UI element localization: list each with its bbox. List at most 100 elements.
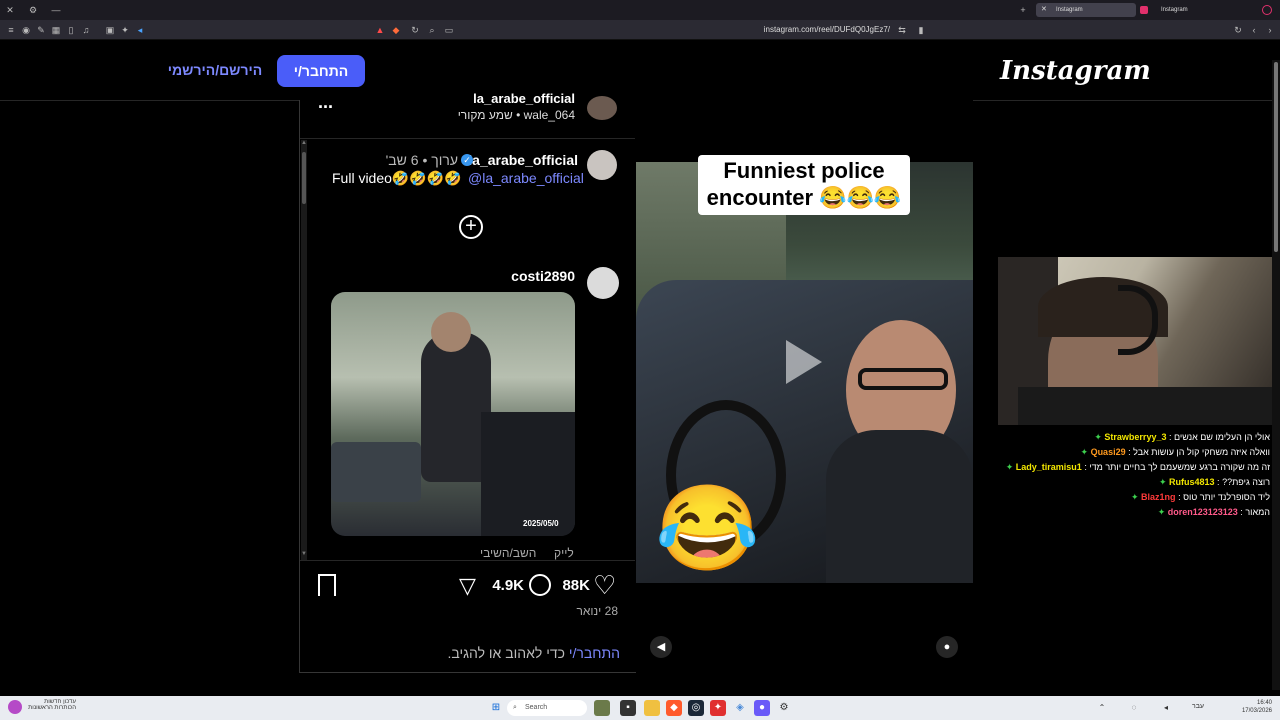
news-widget-icon[interactable] (8, 700, 22, 714)
chat-badge-icon: ✦ (1005, 462, 1016, 472)
more-options-icon[interactable]: ... (318, 92, 333, 113)
clock-time: 16:40 (1256, 700, 1272, 706)
chat-text: רוצה גיפת?? (1222, 477, 1270, 487)
comment-image[interactable]: 2025/05/0 (331, 292, 575, 536)
reload-icon[interactable]: ↻ (1233, 25, 1243, 35)
news-widget[interactable]: עדכון חדשות הכותרות הראשונות (26, 699, 76, 711)
play-icon[interactable] (786, 340, 822, 384)
new-tab-icon[interactable]: + (1018, 5, 1028, 15)
tab-instagram-active[interactable]: Instagram ✕ (1036, 3, 1148, 17)
screenshot-icon[interactable]: ▣ (105, 25, 115, 35)
address-bar[interactable]: instagram.com/reel/DUFdQ0JgEz7/ (640, 23, 890, 37)
settings-icon[interactable]: ⚙ (28, 5, 38, 15)
login-prompt: התחבר/י כדי לאהוב או להגיב. (440, 645, 620, 661)
news-widget-sub: הכותרות הראשונות (28, 705, 76, 711)
scroll-down-icon[interactable]: ▼ (301, 551, 307, 557)
chat-message: וואלה איזה משחקי קול הן עושות אבל : Quas… (1000, 447, 1270, 458)
comment-avatar[interactable] (587, 267, 619, 299)
chat-username[interactable]: Rufus4813 (1169, 477, 1215, 487)
tab-instagram[interactable]: Instagram (1141, 3, 1241, 17)
save-bookmark-icon[interactable] (318, 574, 336, 596)
close-tab-icon[interactable]: ✕ (1041, 3, 1047, 17)
image-stamp: 2025/05/0 (523, 519, 559, 528)
caption-avatar[interactable] (587, 150, 617, 180)
app-icon[interactable]: ✦ (710, 700, 726, 716)
brave-shield-icon[interactable]: ◆ (391, 25, 401, 35)
instagram-logo[interactable]: Instagram (1000, 56, 1151, 86)
mute-speaker-icon[interactable]: ◀ (650, 636, 672, 658)
language-indicator[interactable]: עבר (1192, 703, 1204, 710)
caption-username[interactable]: la_arabe_official (468, 152, 578, 168)
post-author-username[interactable]: la_arabe_official (440, 91, 575, 106)
tab-title: Instagram (1056, 7, 1083, 13)
terminal-icon[interactable]: ▪ (620, 700, 636, 716)
forward-icon[interactable]: › (1265, 25, 1275, 35)
music-icon[interactable]: ♫ (81, 25, 91, 35)
alert-icon[interactable]: ▲ (375, 25, 385, 35)
tray-chevron-icon[interactable]: ⌃ (1094, 700, 1110, 716)
comments-scroll-thumb[interactable] (302, 152, 306, 204)
caption-mention[interactable]: @la_arabe_official (468, 170, 584, 186)
chat-username[interactable]: Strawberryy_3 (1104, 432, 1166, 442)
taskbar-search[interactable]: ⌕ Search (507, 700, 587, 716)
windows-start-icon[interactable]: ⊞ (488, 700, 504, 716)
chat-separator: : (1175, 492, 1184, 502)
caption-text: Full video🤣🤣🤣🤣 (332, 170, 462, 186)
discord-icon[interactable]: ● (754, 700, 770, 716)
chat-username[interactable]: doren123123123 (1168, 507, 1238, 517)
brave-browser-icon[interactable]: ◆ (666, 700, 682, 716)
load-more-comments-icon[interactable]: + (459, 215, 483, 239)
menu-icon[interactable]: ≡ (6, 25, 16, 35)
comment-icon[interactable] (529, 574, 551, 596)
post-audio-info[interactable]: wale_064 • שמע מקורי (430, 108, 575, 122)
like-heart-icon[interactable]: ♡ (593, 570, 616, 600)
shield-icon[interactable]: ◉ (21, 25, 31, 35)
steam-icon[interactable]: ◎ (688, 700, 704, 716)
comment-username[interactable]: costi2890 (480, 268, 575, 284)
comments-count[interactable]: 4.9K (486, 577, 524, 594)
comment-like-link[interactable]: לייק (554, 546, 574, 560)
permissions-icon[interactable]: ⇆ (897, 25, 907, 35)
chat-username[interactable]: Quasi29 (1091, 447, 1126, 457)
chat-message: זה מה שקורה ברגע שמשעמם לך בחיים יותר מד… (1000, 462, 1270, 473)
login-button[interactable]: התחבר/י (277, 55, 365, 87)
reload-page-icon[interactable]: ↻ (410, 25, 420, 35)
back-icon[interactable]: ‹ (1249, 25, 1259, 35)
speaker-icon[interactable]: ◂ (135, 25, 145, 35)
tray-network-icon[interactable]: ◌ (1126, 700, 1142, 716)
signup-link[interactable]: הירשם/הירשמי (165, 62, 265, 80)
chat-text: וואלה איזה משחקי קול הן עושות אבל (1133, 447, 1270, 457)
zoom-icon[interactable]: ⌕ (427, 25, 437, 35)
caption-meta: ערוך • 6 שב' (385, 152, 458, 168)
share-icon[interactable]: ▽ (459, 574, 476, 598)
close-window-icon[interactable]: ✕ (5, 5, 15, 15)
tagged-user-icon[interactable]: ● (936, 636, 958, 658)
chat-username[interactable]: Lady_tiramisu1 (1016, 462, 1082, 472)
page-scroll-thumb[interactable] (1274, 62, 1278, 252)
vpn-icon[interactable]: ◈ (732, 700, 748, 716)
sidebar-icon[interactable]: ▯ (66, 25, 76, 35)
profile-icon[interactable] (1262, 5, 1272, 15)
settings-gear-icon[interactable]: ⚙ (776, 700, 792, 716)
scroll-up-icon[interactable]: ▲ (301, 140, 307, 146)
browser-tab-bar: ✕ ⚙ — + Instagram ✕ Instagram (0, 0, 1280, 20)
chat-message: ליד הסופרלנד יותר טוס : Blaz1ng ✦ (1000, 492, 1270, 503)
file-explorer-icon[interactable] (644, 700, 660, 716)
extension-icon[interactable]: ✎ (36, 25, 46, 35)
chat-username[interactable]: Blaz1ng (1141, 492, 1176, 502)
chat-separator: : (1166, 432, 1174, 442)
landscape-app-icon[interactable] (594, 700, 610, 716)
taskbar-clock[interactable]: 16:40 17/03/2026 (1232, 699, 1272, 715)
driver-shirt (826, 430, 973, 583)
reader-icon[interactable]: ▭ (444, 25, 454, 35)
grid-icon[interactable]: ▦ (51, 25, 61, 35)
comment-reply-link[interactable]: השב/השיבי (480, 546, 536, 560)
likes-count[interactable]: 88K (555, 577, 590, 594)
login-prompt-link[interactable]: התחבר/י (569, 645, 620, 661)
bookmark-icon[interactable]: ▮ (916, 25, 926, 35)
avatar[interactable] (587, 96, 617, 120)
tray-volume-icon[interactable]: ◂ (1158, 700, 1174, 716)
puzzle-icon[interactable]: ✦ (120, 25, 130, 35)
streamer-webcam (998, 257, 1276, 425)
minimize-icon[interactable]: — (51, 5, 61, 15)
